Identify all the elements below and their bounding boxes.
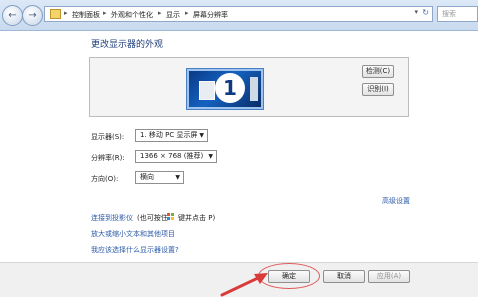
back-arrow-icon: ←: [8, 10, 17, 21]
display-label: 显示器(S):: [91, 133, 125, 141]
resolution-select[interactable]: 1366 × 768 (推荐) ▼: [135, 150, 217, 163]
address-bar[interactable]: ▸ 控制面板 ▸ 外观和个性化 ▸ 显示 ▸ 屏幕分辨率 ▾ ↻: [44, 6, 433, 22]
control-panel-icon: [50, 9, 61, 19]
orientation-select[interactable]: 横向 ▼: [135, 171, 184, 184]
forward-arrow-icon: →: [28, 10, 37, 21]
display-select-value: 1. 移动 PC 显示屏: [140, 131, 198, 139]
forward-button[interactable]: →: [22, 5, 43, 26]
breadcrumb-screen-resolution: 屏幕分辨率: [193, 11, 228, 19]
address-toolbar: ← → ▸ 控制面板 ▸ 外观和个性化 ▸ 显示 ▸ 屏幕分辨率 ▾ ↻ 搜索: [0, 0, 478, 31]
display-select[interactable]: 1. 移动 PC 显示屏 ▼: [135, 129, 208, 142]
projector-hint-text: (也可按住: [137, 214, 168, 222]
chevron-down-icon: ▼: [208, 153, 213, 160]
search-input[interactable]: 搜索: [437, 6, 478, 22]
windows-logo-icon: [167, 213, 175, 221]
page-title: 更改显示器的外观: [91, 40, 164, 50]
orientation-select-value: 横向: [140, 173, 154, 181]
help-link[interactable]: 我应该选择什么显示器设置?: [91, 245, 179, 255]
window-thumbnail-icon: [199, 81, 215, 100]
chevron-down-icon: ▼: [175, 174, 180, 181]
resolution-label: 分辨率(R):: [91, 154, 125, 162]
advanced-settings-link[interactable]: 高级设置: [382, 196, 410, 206]
apply-button: 应用(A): [368, 270, 410, 283]
monitor-preview-panel: 1 检测(C) 识别(I): [89, 57, 409, 117]
annotation-arrow-icon: [220, 273, 268, 297]
projector-hint-tail: 键并点击 P): [178, 214, 216, 222]
breadcrumb-control-panel[interactable]: 控制面板: [72, 10, 100, 20]
search-placeholder: 搜索: [442, 10, 456, 18]
breadcrumb-separator-icon: ▸: [158, 9, 162, 17]
monitor-1-icon[interactable]: 1: [187, 69, 263, 109]
orientation-label: 方向(O):: [91, 175, 119, 183]
cancel-button[interactable]: 取消: [323, 270, 365, 283]
sidebar-thumbnail-icon: [250, 77, 258, 101]
breadcrumb-separator-icon: ▸: [64, 9, 68, 17]
detect-button[interactable]: 检测(C): [362, 65, 394, 78]
refresh-icon[interactable]: ↻: [422, 8, 429, 17]
monitor-number: 1: [215, 73, 245, 103]
text-size-link[interactable]: 放大或缩小文本和其他项目: [91, 229, 175, 239]
back-button[interactable]: ←: [2, 5, 23, 26]
breadcrumb-display[interactable]: 显示: [166, 10, 180, 20]
breadcrumb-separator-icon: ▸: [103, 9, 107, 17]
breadcrumb-appearance[interactable]: 外观和个性化: [111, 10, 153, 20]
breadcrumb-separator-icon: ▸: [185, 9, 189, 17]
connect-projector-link[interactable]: 连接到投影仪: [91, 213, 133, 223]
resolution-select-value: 1366 × 768 (推荐): [140, 152, 204, 160]
chevron-down-icon: ▼: [199, 132, 204, 139]
address-dropdown-icon[interactable]: ▾: [414, 8, 418, 16]
identify-button[interactable]: 识别(I): [362, 83, 394, 96]
